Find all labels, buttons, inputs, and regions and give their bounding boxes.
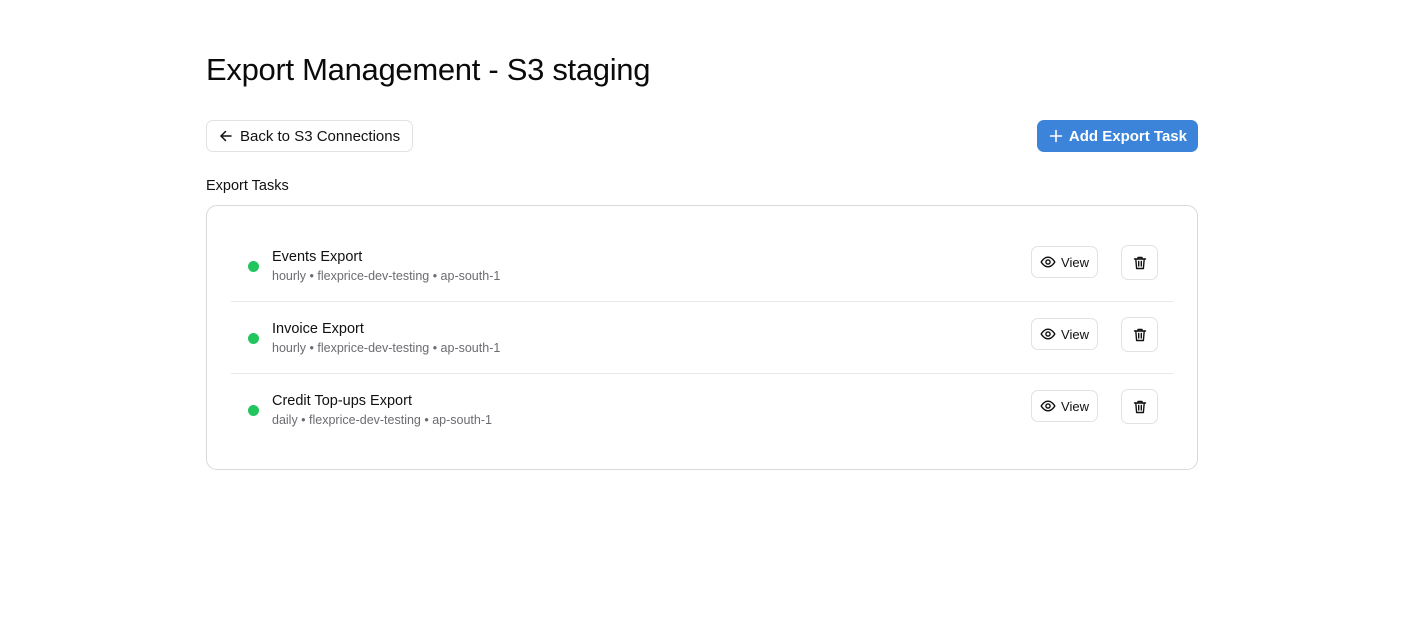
view-button-label: View <box>1061 398 1089 414</box>
task-row: Invoice Export hourly • flexprice-dev-te… <box>231 302 1173 374</box>
delete-button[interactable] <box>1121 245 1158 280</box>
task-row: Credit Top-ups Export daily • flexprice-… <box>231 374 1173 446</box>
task-name: Invoice Export <box>272 321 364 337</box>
task-name: Credit Top-ups Export <box>272 393 412 409</box>
export-tasks-card: Events Export hourly • flexprice-dev-tes… <box>206 205 1198 470</box>
add-button-label: Add Export Task <box>1068 127 1187 145</box>
back-to-connections-button[interactable]: Back to S3 Connections <box>206 120 414 152</box>
trash-icon <box>1132 399 1148 415</box>
view-button-label: View <box>1061 326 1089 342</box>
delete-button[interactable] <box>1121 317 1158 352</box>
trash-icon <box>1132 327 1148 343</box>
trash-icon <box>1132 255 1148 271</box>
view-button-label: View <box>1061 254 1089 270</box>
task-row: Events Export hourly • flexprice-dev-tes… <box>231 230 1173 302</box>
task-meta: hourly • flexprice-dev-testing • ap-sout… <box>272 341 501 355</box>
view-button[interactable]: View <box>1031 390 1098 422</box>
section-label: Export Tasks <box>206 178 289 194</box>
task-meta: daily • flexprice-dev-testing • ap-south… <box>272 413 492 427</box>
add-export-task-button[interactable]: Add Export Task <box>1036 120 1198 152</box>
status-dot <box>248 261 259 272</box>
back-button-label: Back to S3 Connections <box>240 127 401 145</box>
view-button[interactable]: View <box>1031 318 1098 350</box>
view-button[interactable]: View <box>1031 246 1098 278</box>
status-dot <box>248 333 259 344</box>
eye-icon <box>1040 326 1056 342</box>
status-dot <box>248 405 259 416</box>
eye-icon <box>1040 254 1056 270</box>
arrow-left-icon <box>218 128 234 144</box>
delete-button[interactable] <box>1121 389 1158 424</box>
plus-icon <box>1049 129 1063 143</box>
task-name: Events Export <box>272 249 363 265</box>
page-title: Export Management - S3 staging <box>206 52 651 87</box>
task-meta: hourly • flexprice-dev-testing • ap-sout… <box>272 269 501 283</box>
eye-icon <box>1040 398 1056 414</box>
